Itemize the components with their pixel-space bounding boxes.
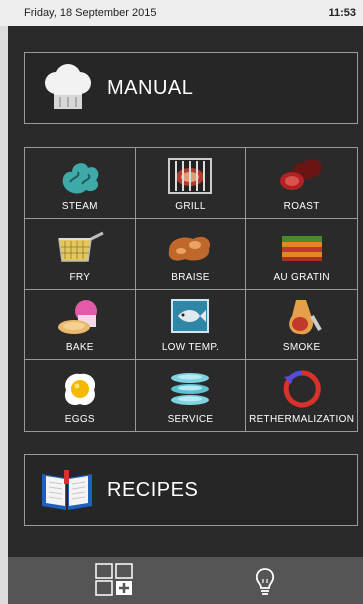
mode-service[interactable]: SERVICE (136, 360, 247, 431)
mode-label: RETHERMALIZATION (249, 414, 355, 425)
recipes-button[interactable]: RECIPES (24, 454, 358, 526)
mode-label: STEAM (61, 200, 98, 212)
recipes-label: RECIPES (107, 478, 199, 501)
lightbulb-icon (253, 566, 277, 601)
main-panel: MANUAL STEAM GRILL ROAST FRY BRAISE AU G… (8, 26, 363, 604)
egg-icon (55, 369, 105, 409)
mode-label: BRAISE (171, 271, 210, 283)
manual-label: MANUAL (107, 76, 194, 99)
mode-label: AU GRATIN (273, 271, 330, 283)
mode-rethermalization[interactable]: RETHERMALIZATION (246, 360, 357, 431)
tip-button[interactable] (250, 567, 280, 599)
mode-eggs[interactable]: EGGS (25, 360, 136, 431)
mode-roast[interactable]: ROAST (246, 148, 357, 219)
rethermalization-icon (277, 369, 327, 409)
mode-label: LOW TEMP. (161, 342, 220, 354)
mode-low-temp[interactable]: LOW TEMP. (135, 289, 247, 361)
mode-label: FRY (69, 271, 91, 283)
mode-steam[interactable]: STEAM (25, 148, 136, 219)
manual-button[interactable]: MANUAL (24, 52, 358, 124)
steam-icon (55, 156, 105, 196)
mode-label: GRILL (175, 200, 206, 212)
service-plates-icon (165, 369, 215, 409)
book-icon (39, 462, 95, 518)
mode-label: BAKE (65, 342, 94, 354)
mode-label: EGGS (64, 414, 95, 425)
bake-icon (55, 297, 105, 337)
chef-hat-icon (39, 60, 95, 116)
cooking-mode-grid: STEAM GRILL ROAST FRY BRAISE AU GRATIN B… (24, 147, 358, 432)
mode-au-gratin[interactable]: AU GRATIN (246, 219, 357, 290)
status-bar: Friday, 18 September 2015 11:53 (0, 0, 363, 26)
mode-braise[interactable]: BRAISE (135, 218, 247, 290)
mode-label: ROAST (283, 200, 320, 212)
mode-grill[interactable]: GRILL (135, 148, 247, 219)
mode-fry[interactable]: FRY (25, 218, 136, 290)
grid-add-icon (94, 562, 138, 602)
au-gratin-icon (277, 227, 327, 267)
mode-bake[interactable]: BAKE (25, 289, 136, 361)
status-time: 11:53 (328, 7, 356, 19)
bottom-bar (8, 557, 363, 604)
braise-icon (165, 227, 215, 267)
low-temp-fish-icon (165, 297, 215, 337)
smoke-ham-icon (277, 297, 327, 337)
grill-icon (165, 156, 215, 196)
status-date: Friday, 18 September 2015 (24, 7, 157, 19)
grid-add-button[interactable] (94, 562, 138, 602)
roast-icon (277, 156, 327, 196)
mode-smoke[interactable]: SMOKE (246, 290, 357, 361)
mode-label: SMOKE (282, 342, 321, 354)
fry-basket-icon (55, 227, 105, 267)
mode-label: SERVICE (167, 414, 214, 425)
